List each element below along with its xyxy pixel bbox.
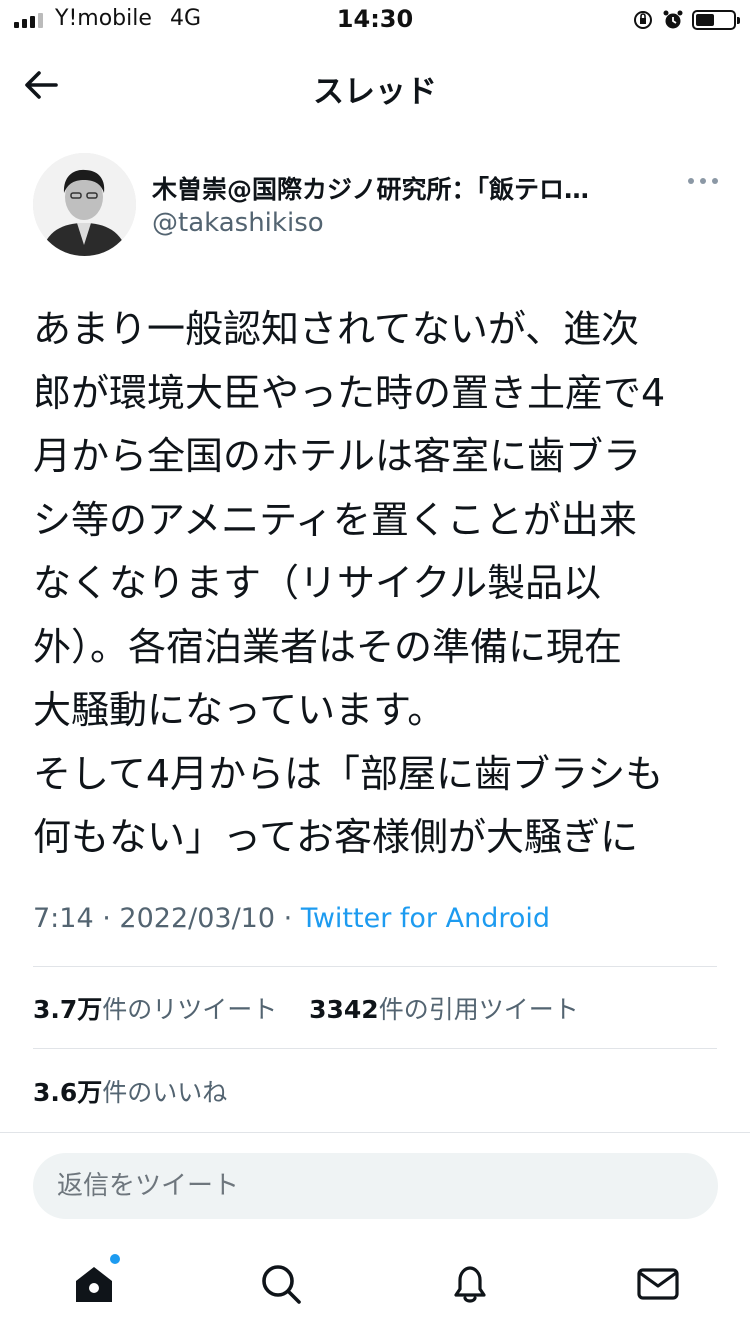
likes-count[interactable]: 3.6万 [33, 1078, 102, 1107]
tweet-meta: 7:14 · 2022/03/10 · Twitter for Android [33, 903, 550, 934]
tab-notifications[interactable] [448, 1262, 492, 1306]
author-display-name[interactable]: 木曽崇@国際カジノ研究所：「飯テロ… [152, 170, 672, 206]
tab-bar [0, 1240, 750, 1334]
alarm-icon [663, 10, 683, 29]
tweet-line: 外）。各宿泊業者はその準備に現在 [33, 624, 623, 669]
mail-icon [637, 1268, 679, 1300]
divider [33, 1048, 717, 1049]
tweet-line: あまり一般認知されてないが、進次 [33, 307, 640, 351]
likes-label[interactable]: 件のいいね [102, 1078, 227, 1107]
tab-home[interactable] [72, 1254, 120, 1306]
quotes-count[interactable]: 3342 [309, 995, 379, 1024]
avatar[interactable] [33, 153, 136, 256]
tweet-line: 何もない」ってお客様側が大騒ぎに [33, 815, 638, 859]
retweet-stats: 3.7万件のリツイート 3342件の引用ツイート [33, 990, 579, 1026]
author-handle[interactable]: @takashikiso [152, 208, 324, 238]
more-options-icon[interactable] [688, 178, 718, 184]
battery-icon [692, 10, 740, 30]
bell-icon [454, 1266, 486, 1303]
divider [0, 1132, 750, 1133]
likes-stats: 3.6万件のいいね [33, 1073, 227, 1109]
tweet-line: 郎が環境大臣やった時の置き土産で4 [33, 370, 666, 415]
retweets-label[interactable]: 件のリツイート [102, 995, 277, 1024]
status-bar: Y!mobile 4G 14:30 [0, 0, 750, 40]
retweets-count[interactable]: 3.7万 [33, 995, 102, 1024]
meta-separator: · [102, 903, 111, 934]
orientation-lock-icon [634, 11, 652, 29]
tweet-line: なくなります（リサイクル製品以 [33, 561, 602, 605]
home-icon [76, 1267, 112, 1302]
tab-search[interactable] [259, 1262, 303, 1306]
tweet-line: 大騒動になっています。 [33, 688, 446, 732]
tweet-time: 7:14 [33, 903, 94, 934]
notification-dot [110, 1254, 120, 1264]
tweet-date: 2022/03/10 [119, 903, 276, 934]
tweet-source-link[interactable]: Twitter for Android [301, 903, 550, 934]
meta-separator: · [283, 903, 293, 934]
header: スレッド [0, 50, 750, 120]
quotes-label[interactable]: 件の引用ツイート [379, 995, 579, 1024]
tab-messages[interactable] [636, 1262, 680, 1306]
reply-input[interactable]: 返信をツイート [33, 1153, 718, 1219]
tweet-text: あまり一般認知されてないが、進次 郎が環境大臣やった時の置き土産で4 月から全国のホ… [33, 298, 733, 870]
divider [33, 966, 717, 967]
tweet-line: そして4月からは「部屋に歯ブラシも [33, 751, 664, 796]
tweet-line: 月から全国のホテルは客室に歯ブラ [33, 434, 642, 478]
search-icon [262, 1265, 301, 1304]
page-title: スレッド [313, 74, 437, 110]
tweet-line: シ等のアメニティを置くことが出来 [33, 497, 637, 542]
